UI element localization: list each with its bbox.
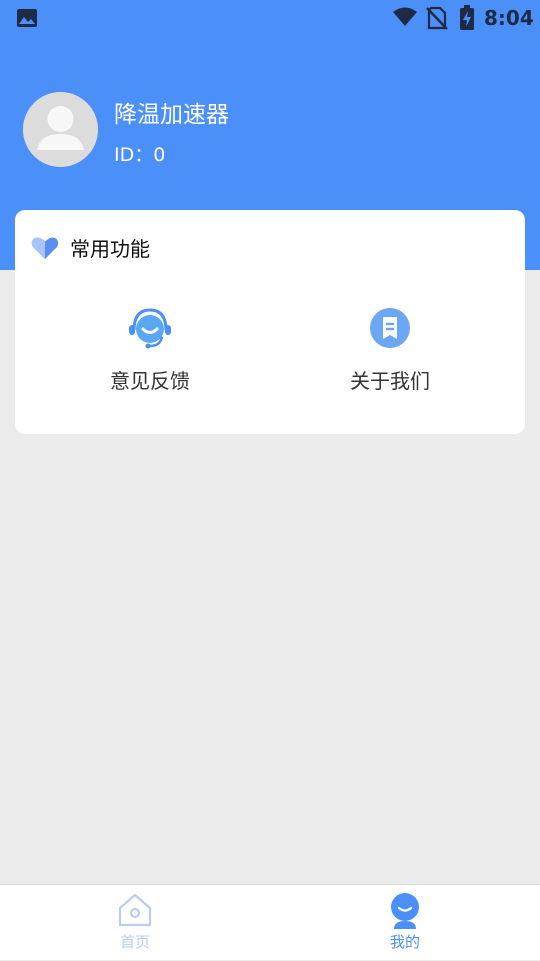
tab-profile-label: 我的 (389, 933, 420, 951)
tab-home[interactable]: 首页 (0, 885, 270, 961)
battery-charging-icon (460, 5, 474, 30)
wifi-icon (393, 7, 417, 26)
bottom-tab-bar: 首页 我的 (0, 884, 540, 960)
avatar-placeholder-icon (23, 92, 98, 167)
tab-profile[interactable]: 我的 (270, 885, 540, 961)
about-document-icon (370, 308, 410, 348)
tab-home-label: 首页 (119, 933, 150, 951)
status-bar: 8:04 (0, 0, 540, 36)
common-functions-card: 常用功能 意见反馈 关于我们 (15, 210, 525, 434)
feedback-label: 意见反馈 (110, 369, 190, 393)
status-time: 8:04 (484, 6, 534, 30)
no-sim-icon (426, 6, 448, 30)
profile-face-icon (391, 893, 419, 929)
home-icon (118, 893, 152, 927)
feedback-button[interactable]: 意见反馈 (50, 304, 250, 404)
about-us-label: 关于我们 (350, 369, 430, 393)
username: 降温加速器 (114, 102, 229, 128)
heart-icon (31, 237, 59, 259)
about-us-button[interactable]: 关于我们 (290, 304, 490, 404)
photo-icon (17, 9, 37, 27)
avatar[interactable] (23, 92, 98, 167)
card-title: 常用功能 (70, 237, 150, 261)
user-id: ID：0 (114, 144, 166, 166)
feedback-headset-icon (129, 308, 171, 349)
